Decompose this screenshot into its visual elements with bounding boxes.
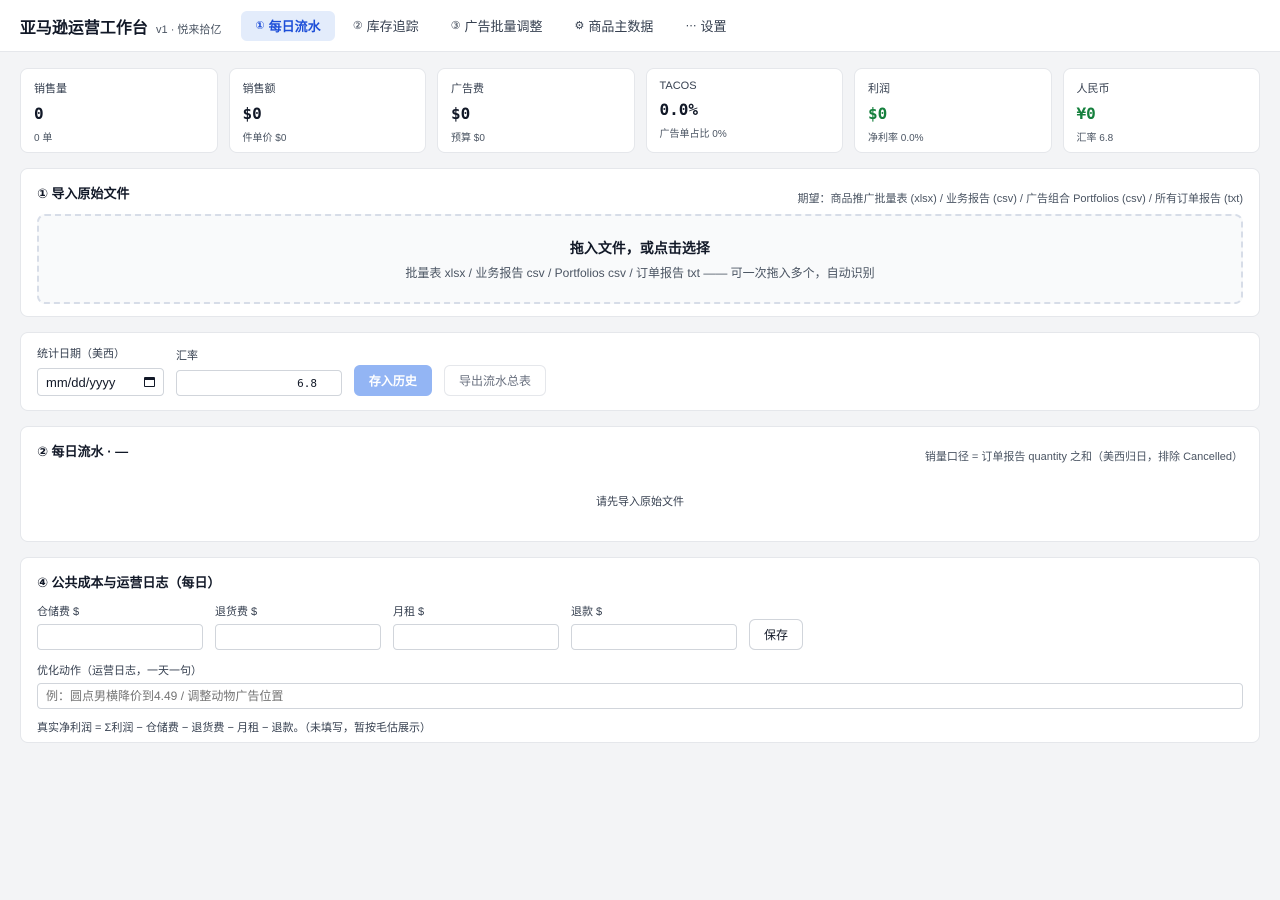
stat-card-rmb: 人民币 ¥0 汇率 6.8 bbox=[1062, 68, 1260, 153]
stat-label: 利润 bbox=[868, 83, 890, 95]
refund-field: 退款 $ bbox=[571, 603, 737, 650]
tab-label: 库存追踪 bbox=[366, 19, 419, 34]
monthly-rent-label: 月租 $ bbox=[393, 606, 425, 618]
storage-fee-field: 仓储费 $ bbox=[37, 603, 203, 650]
stat-sub: 件单价 $0 bbox=[242, 133, 287, 144]
refund-input[interactable] bbox=[571, 624, 737, 650]
save-costs-button[interactable]: 保存 bbox=[749, 619, 804, 650]
stat-card-sales: 销售额 $0 件单价 $0 bbox=[228, 68, 426, 153]
app-subtitle: v1 · 悦来拾亿 bbox=[156, 23, 222, 36]
monthly-rent-field: 月租 $ bbox=[393, 603, 559, 650]
circled-three-icon: ③ bbox=[450, 20, 461, 32]
daily-flow-card: ② 每日流水 · — 销量口径 = 订单报告 quantity 之和（美西归日，… bbox=[20, 426, 1260, 542]
stat-card-units: 销售量 0 0 单 bbox=[20, 68, 218, 153]
costs-card: ④ 公共成本与运营日志（每日） 仓储费 $ 退货费 $ 月租 $ 退款 $ 保存… bbox=[20, 557, 1260, 743]
tab-settings[interactable]: ⋯ 设置 bbox=[671, 11, 740, 41]
date-placeholder: mm/dd/yyyy bbox=[46, 374, 116, 390]
stat-value: ¥0 bbox=[1076, 104, 1096, 123]
stat-sub: 净利率 0.0% bbox=[868, 133, 924, 144]
main-tabs: ① 每日流水 ② 库存追踪 ③ 广告批量调整 ⚙ 商品主数据 ⋯ 设置 bbox=[241, 10, 740, 41]
stat-card-tacos: TACOS 0.0% 广告单占比 0% bbox=[645, 68, 843, 153]
flow-note: 销量口径 = 订单报告 quantity 之和（美西归日，排除 Cancelle… bbox=[924, 451, 1243, 463]
tab-label: 商品主数据 bbox=[588, 19, 654, 34]
stat-card-ad-spend: 广告费 $0 预算 $0 bbox=[437, 68, 635, 153]
return-fee-input[interactable] bbox=[215, 624, 381, 650]
dropzone-title: 拖入文件，或点击选择 bbox=[570, 239, 710, 256]
monthly-rent-input[interactable] bbox=[393, 624, 559, 650]
tab-label: 设置 bbox=[700, 19, 727, 34]
brand: 亚马逊运营工作台 v1 · 悦来拾亿 bbox=[20, 14, 221, 38]
controls-card: 统计日期（美西） mm/dd/yyyy 汇率 存入历史 导出流水总表 bbox=[20, 332, 1260, 411]
date-input[interactable]: mm/dd/yyyy bbox=[37, 368, 164, 396]
stats-row: 销售量 0 0 单 销售额 $0 件单价 $0 广告费 $0 预算 $0 TAC… bbox=[20, 68, 1260, 153]
calendar-icon[interactable] bbox=[144, 377, 155, 387]
circled-one-icon: ① bbox=[255, 20, 265, 32]
tab-label: 每日流水 bbox=[268, 19, 321, 34]
stat-sub: 0 单 bbox=[34, 133, 53, 144]
stat-sub: 预算 $0 bbox=[451, 133, 485, 144]
stat-value: 0.0% bbox=[659, 100, 699, 119]
return-fee-label: 退货费 $ bbox=[215, 606, 258, 618]
return-fee-field: 退货费 $ bbox=[215, 603, 381, 650]
app-header: 亚马逊运营工作台 v1 · 悦来拾亿 ① 每日流水 ② 库存追踪 ③ 广告批量调… bbox=[0, 0, 1280, 52]
stat-label: TACOS bbox=[659, 80, 697, 92]
tab-label: 广告批量调整 bbox=[464, 19, 543, 34]
tab-ads-bulk[interactable]: ③ 广告批量调整 bbox=[437, 11, 557, 41]
stat-label: 人民币 bbox=[1076, 83, 1110, 95]
ops-log-label: 优化动作（运营日志，一天一句） bbox=[37, 665, 202, 677]
rate-field: 汇率 bbox=[176, 347, 342, 396]
circled-two-icon: ② bbox=[352, 20, 363, 32]
export-flow-button[interactable]: 导出流水总表 bbox=[444, 365, 547, 396]
main-content: 销售量 0 0 单 销售额 $0 件单价 $0 广告费 $0 预算 $0 TAC… bbox=[0, 52, 1280, 759]
rate-label: 汇率 bbox=[176, 350, 198, 362]
stat-sub: 汇率 6.8 bbox=[1076, 133, 1114, 144]
ops-log-input[interactable] bbox=[37, 683, 1243, 709]
tab-daily-flow[interactable]: ① 每日流水 bbox=[241, 10, 335, 41]
net-profit-formula: 真实净利润 = Σ利润 − 仓储费 − 退货费 − 月租 − 退款。（未填写，暂… bbox=[37, 722, 431, 734]
storage-fee-input[interactable] bbox=[37, 624, 203, 650]
import-card: ① 导入原始文件 期望：商品推广批量表 (xlsx) / 业务报告 (csv) … bbox=[20, 168, 1260, 317]
stat-sub: 广告单占比 0% bbox=[659, 129, 727, 140]
stat-value: $0 bbox=[868, 104, 888, 123]
more-icon: ⋯ bbox=[685, 20, 697, 32]
dropzone-hint: 批量表 xlsx / 业务报告 csv / Portfolios csv / 订… bbox=[405, 265, 875, 280]
stat-value: $0 bbox=[451, 104, 471, 123]
date-label: 统计日期（美西） bbox=[37, 348, 125, 360]
stat-value: 0 bbox=[34, 104, 44, 123]
date-field: 统计日期（美西） mm/dd/yyyy bbox=[37, 345, 164, 396]
costs-title: ④ 公共成本与运营日志（每日） bbox=[37, 575, 221, 590]
refund-label: 退款 $ bbox=[571, 606, 603, 618]
gear-icon: ⚙ bbox=[574, 20, 585, 32]
cost-fields-row: 仓储费 $ 退货费 $ 月租 $ 退款 $ 保存 bbox=[37, 603, 1243, 650]
app-title: 亚马逊运营工作台 bbox=[20, 19, 149, 37]
exchange-rate-input[interactable] bbox=[176, 370, 342, 396]
empty-state-message: 请先导入原始文件 bbox=[596, 496, 684, 508]
tab-product-master[interactable]: ⚙ 商品主数据 bbox=[561, 11, 668, 41]
file-dropzone[interactable]: 拖入文件，或点击选择 批量表 xlsx / 业务报告 csv / Portfol… bbox=[37, 214, 1243, 304]
stat-value: $0 bbox=[242, 104, 262, 123]
stat-card-profit: 利润 $0 净利率 0.0% bbox=[854, 68, 1052, 153]
stat-label: 销售量 bbox=[34, 83, 67, 95]
tab-inventory[interactable]: ② 库存追踪 bbox=[339, 11, 433, 41]
save-history-button[interactable]: 存入历史 bbox=[354, 365, 433, 396]
stat-label: 销售额 bbox=[242, 83, 276, 95]
storage-fee-label: 仓储费 $ bbox=[37, 606, 80, 618]
import-expected-note: 期望：商品推广批量表 (xlsx) / 业务报告 (csv) / 广告组合 Po… bbox=[797, 193, 1244, 205]
stat-label: 广告费 bbox=[451, 83, 484, 95]
